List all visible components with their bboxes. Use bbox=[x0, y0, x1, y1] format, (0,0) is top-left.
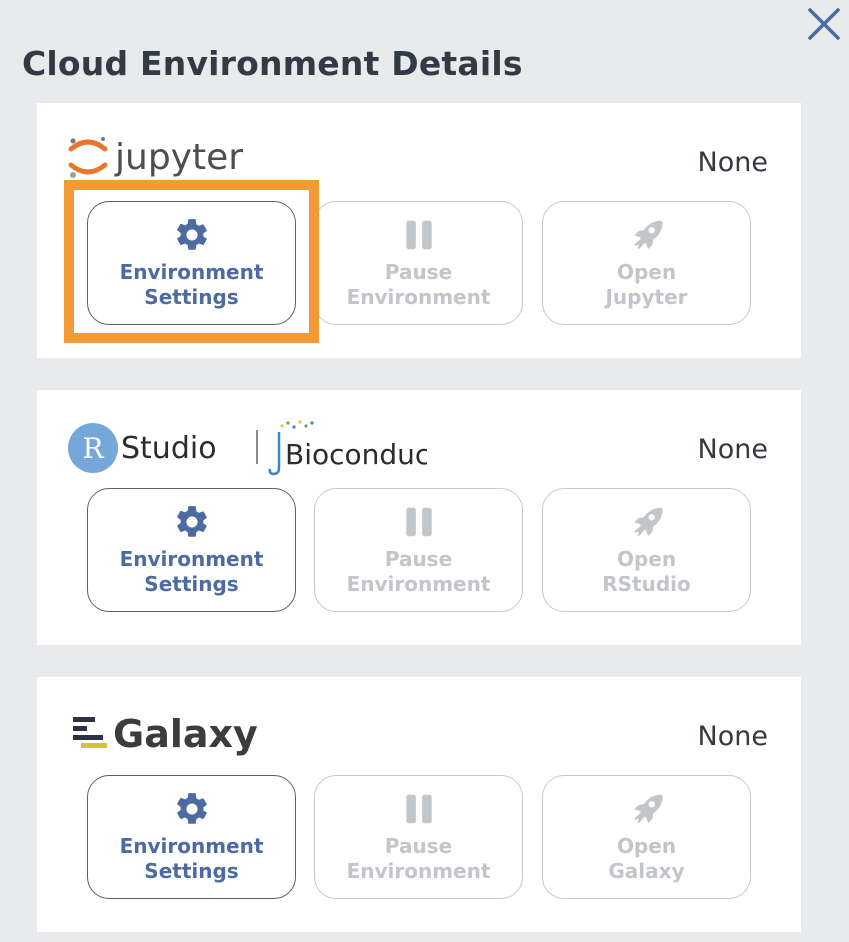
rstudio-wordmark: Studio bbox=[121, 431, 217, 466]
status-rstudio: None bbox=[697, 434, 768, 465]
open-rstudio-label: Open RStudio bbox=[602, 547, 691, 596]
pause-environment-button-rstudio[interactable]: Pause Environment bbox=[314, 488, 523, 612]
environment-card-rstudio: R Studio Bioconductor None Environment S… bbox=[37, 390, 801, 645]
pause-environment-button-galaxy[interactable]: Pause Environment bbox=[314, 775, 523, 899]
pause-environment-label: Pause Environment bbox=[346, 547, 491, 596]
rstudio-bioconductor-logo: R Studio Bioconductor bbox=[67, 418, 470, 482]
close-button[interactable] bbox=[806, 6, 842, 42]
environment-card-galaxy: Galaxy None Environment Settings Pause E… bbox=[37, 677, 801, 932]
highlight-box bbox=[64, 180, 319, 343]
pause-icon bbox=[405, 220, 432, 250]
close-icon bbox=[808, 8, 840, 40]
rocket-icon bbox=[633, 507, 663, 537]
open-jupyter-button[interactable]: Open Jupyter bbox=[542, 201, 751, 325]
pause-environment-label: Pause Environment bbox=[346, 260, 491, 309]
environment-settings-label: Environment Settings bbox=[119, 834, 264, 883]
status-galaxy: None bbox=[697, 721, 768, 752]
environment-settings-button-rstudio[interactable]: Environment Settings bbox=[87, 488, 296, 612]
environment-settings-label: Environment Settings bbox=[119, 547, 264, 596]
open-galaxy-label: Open Galaxy bbox=[608, 834, 685, 883]
open-rstudio-button[interactable]: Open RStudio bbox=[542, 488, 751, 612]
galaxy-wordmark: Galaxy bbox=[113, 712, 258, 756]
rocket-icon bbox=[633, 220, 663, 250]
rstudio-r-mark: R bbox=[82, 432, 104, 465]
pause-icon bbox=[405, 507, 432, 537]
pause-environment-label: Pause Environment bbox=[346, 834, 491, 883]
page-title: Cloud Environment Details bbox=[22, 44, 523, 83]
pause-environment-button-jupyter[interactable]: Pause Environment bbox=[314, 201, 523, 325]
environment-settings-button-galaxy[interactable]: Environment Settings bbox=[87, 775, 296, 899]
open-jupyter-label: Open Jupyter bbox=[605, 260, 688, 309]
open-galaxy-button[interactable]: Open Galaxy bbox=[542, 775, 751, 899]
status-jupyter: None bbox=[697, 147, 768, 178]
galaxy-logo: Galaxy bbox=[67, 707, 287, 763]
jupyter-wordmark: jupyter bbox=[114, 137, 243, 178]
gear-icon bbox=[176, 506, 207, 537]
bioconductor-wordmark: Bioconductor bbox=[285, 438, 427, 471]
pause-icon bbox=[405, 794, 432, 824]
gear-icon bbox=[176, 793, 207, 824]
rocket-icon bbox=[633, 794, 663, 824]
